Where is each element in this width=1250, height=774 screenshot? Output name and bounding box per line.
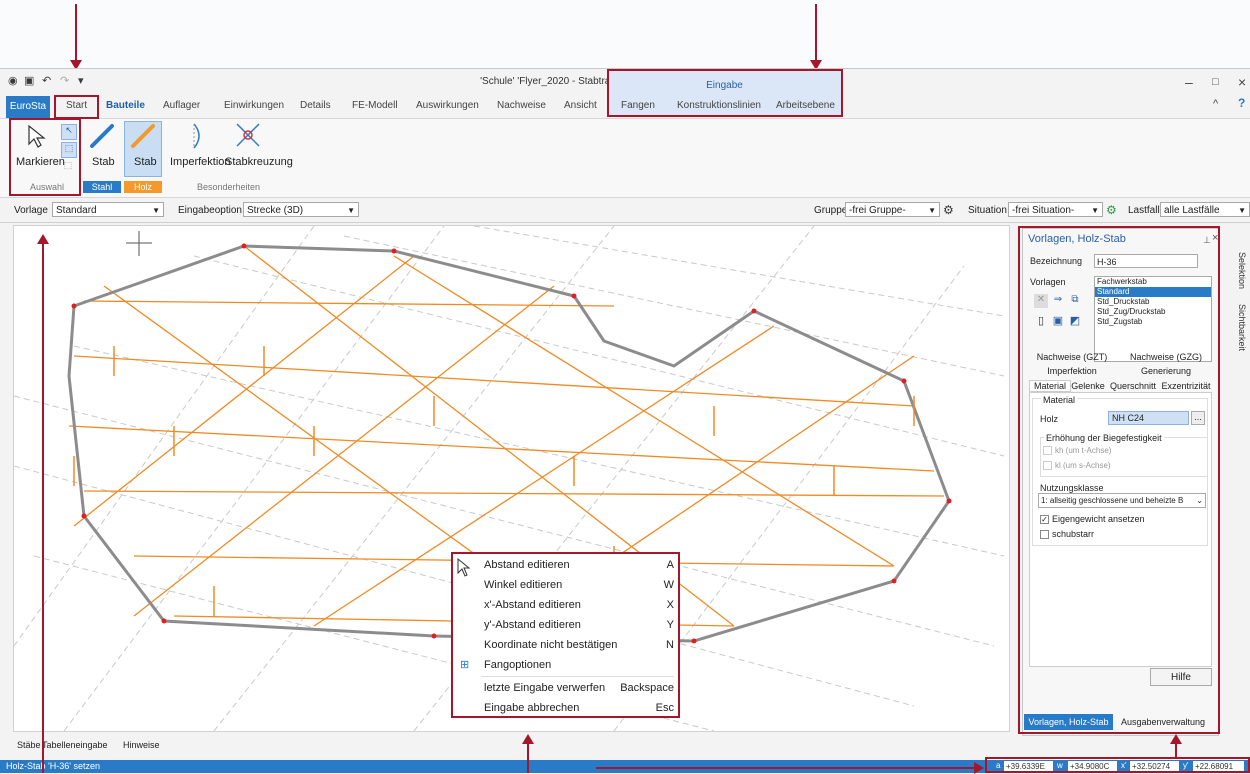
close-button[interactable]: × — [1238, 74, 1246, 90]
tab-ansicht[interactable]: Ansicht — [564, 100, 597, 111]
collapse-ribbon-button[interactable]: ^ — [1213, 98, 1218, 110]
holz-stab-button[interactable]: Stab — [134, 156, 157, 168]
annotation-arrowhead-panel — [1170, 734, 1182, 744]
situation-settings-icon[interactable]: ⚙ — [1106, 203, 1117, 217]
situation-label: Situation — [968, 205, 1007, 216]
eingabeoption-select[interactable]: Strecke (3D) ▼ — [243, 202, 359, 217]
chevron-down-icon: ▼ — [928, 206, 936, 215]
menu-item-abstand[interactable]: Abstand editieren A — [484, 559, 674, 571]
tab-details[interactable]: Details — [300, 100, 331, 111]
tab-fe-modell[interactable]: FE-Modell — [352, 100, 398, 111]
annotation-arrow-contextmenu — [527, 744, 529, 773]
menu-item-koordinate[interactable]: Koordinate nicht bestätigen N — [484, 639, 674, 651]
imperfektion-button[interactable]: Imperfektion — [170, 156, 231, 168]
fangoptionen-icon: ⊞ — [460, 659, 470, 671]
bottom-tab-hinweise[interactable]: Hinweise — [123, 740, 160, 750]
stabkreuzung-button[interactable]: Stabkreuzung — [225, 156, 293, 168]
tab-bauteile[interactable]: Bauteile — [106, 100, 145, 111]
gruppe-settings-icon[interactable]: ⚙ — [943, 203, 954, 217]
highlight-context-tabs — [607, 69, 843, 117]
gruppe-select[interactable]: -frei Gruppe- ▼ — [845, 202, 940, 217]
annotation-arrow-start — [75, 4, 77, 62]
menu-item-y-abstand[interactable]: y'-Abstand editieren Y — [484, 619, 674, 631]
mouse-cursor-icon — [457, 558, 471, 577]
status-message: Holz-Stab 'H-36' setzen — [6, 761, 100, 771]
tab-einwirkungen[interactable]: Einwirkungen — [224, 100, 284, 111]
bottom-tab-tabelleneingabe[interactable]: Tabelleneingabe — [42, 740, 108, 750]
group-label-stahl: Stahl — [83, 181, 121, 193]
stahl-stab-icon[interactable] — [88, 122, 116, 150]
chevron-down-icon: ▼ — [152, 206, 160, 215]
annotation-arrow-coords — [596, 767, 976, 769]
side-tab-selektion[interactable]: Selektion — [1237, 252, 1247, 289]
tab-auswirkungen[interactable]: Auswirkungen — [416, 100, 479, 111]
annotation-arrowhead-auswahl — [37, 234, 49, 244]
annotation-arrow-context — [815, 4, 817, 62]
tab-nachweise[interactable]: Nachweise — [497, 100, 546, 111]
menu-item-abbrechen[interactable]: Eingabe abbrechen Esc — [484, 702, 674, 714]
highlight-start-tab — [54, 95, 99, 119]
screenshot-margin — [0, 0, 1250, 68]
context-menu: Abstand editieren A Winkel editieren W x'-… — [451, 552, 680, 718]
situation-select[interactable]: -frei Situation- ▼ — [1008, 202, 1103, 217]
annotation-arrowhead-contextmenu — [522, 734, 534, 744]
lastfall-label: Lastfall — [1128, 205, 1160, 216]
stahl-stab-button[interactable]: Stab — [92, 156, 115, 168]
group-label-besonderheiten: Besonderheiten — [197, 182, 261, 192]
eingabeoption-label: Eingabeoption — [178, 205, 242, 216]
bottom-tab-staebe[interactable]: Stäbe — [17, 740, 41, 750]
annotation-arrow-auswahl — [42, 244, 44, 773]
tab-auflager[interactable]: Auflager — [163, 100, 200, 111]
lastfall-select[interactable]: alle Lastfälle ▼ — [1160, 202, 1250, 217]
menu-separator — [481, 676, 674, 677]
menu-item-verwerfen[interactable]: letzte Eingabe verwerfen Backspace — [484, 682, 674, 694]
side-tab-sichtbarkeit[interactable]: Sichtbarkeit — [1237, 304, 1247, 351]
imperfektion-icon[interactable] — [188, 122, 210, 150]
menu-item-x-abstand[interactable]: x'-Abstand editieren X — [484, 599, 674, 611]
chevron-down-icon: ▼ — [347, 206, 355, 215]
annotation-arrowhead-coords — [974, 762, 984, 774]
annotation-arrow-panel — [1175, 744, 1177, 758]
holz-stab-icon[interactable] — [129, 122, 157, 150]
highlight-coordinates — [985, 757, 1250, 773]
chevron-down-icon: ▼ — [1091, 206, 1099, 215]
stabkreuzung-icon[interactable] — [234, 121, 262, 149]
file-tab[interactable]: EuroSta — [6, 96, 50, 118]
minimize-button[interactable]: – — [1185, 74, 1193, 90]
group-label-holz: Holz — [124, 181, 162, 193]
gruppe-label: Gruppe — [814, 205, 848, 216]
vorlage-label: Vorlage — [14, 205, 48, 216]
chevron-down-icon: ▼ — [1238, 206, 1246, 215]
highlight-auswahl-group — [9, 118, 81, 196]
menu-item-winkel[interactable]: Winkel editieren W — [484, 579, 674, 591]
highlight-properties-panel — [1018, 226, 1220, 734]
vorlage-select[interactable]: Standard ▼ — [52, 202, 164, 217]
menu-item-fangoptionen[interactable]: Fangoptionen — [484, 659, 674, 671]
maximize-button[interactable]: □ — [1212, 76, 1219, 88]
help-icon[interactable]: ? — [1238, 96, 1245, 110]
